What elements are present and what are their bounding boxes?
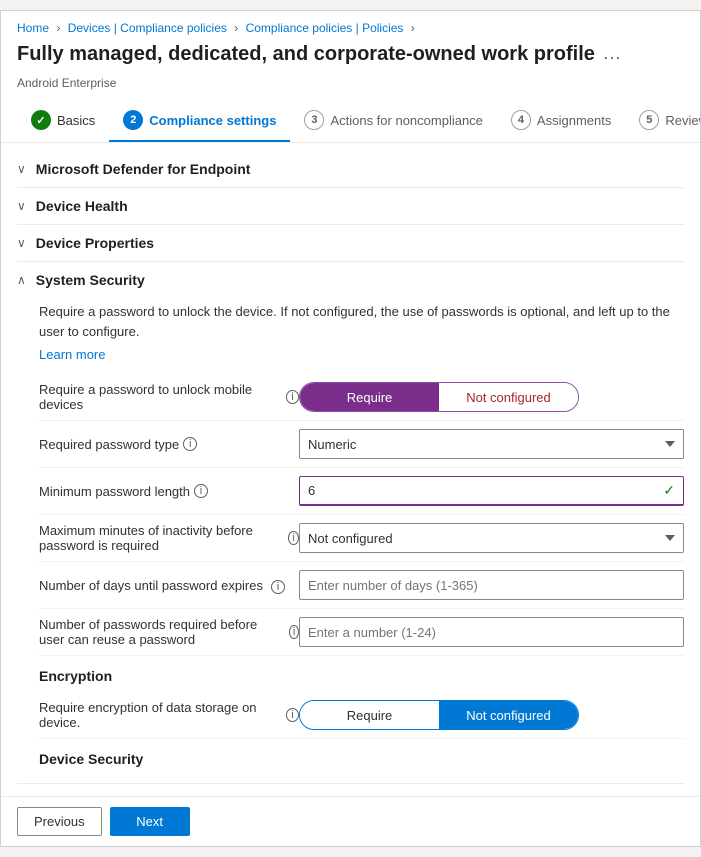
control-require-encryption: Require Not configured xyxy=(299,700,684,730)
section-system-security: ∧ System Security Require a password to … xyxy=(17,262,684,784)
info-icon-max-inactivity[interactable]: i xyxy=(288,531,299,545)
input-min-password-value: 6 xyxy=(308,483,315,498)
info-icon-password-expires[interactable]: i xyxy=(271,580,285,594)
control-password-type[interactable]: Numeric Alphabetic Alphanumeric Not conf… xyxy=(299,429,684,459)
label-password-expires: Number of days until password expires i xyxy=(39,576,299,594)
tab-basics[interactable]: ✓ Basics xyxy=(17,100,109,142)
control-require-password: Require Not configured xyxy=(299,382,684,412)
breadcrumb: Home › Devices | Compliance policies › C… xyxy=(1,11,700,39)
section-device-properties[interactable]: ∨ Device Properties xyxy=(17,225,684,262)
form-row-password-type: Required password type i Numeric Alphabe… xyxy=(39,421,684,468)
toggle-encryption-not-configured-option[interactable]: Not configured xyxy=(439,701,578,729)
section-title-defender: Microsoft Defender for Endpoint xyxy=(36,161,251,177)
info-icon-require-password[interactable]: i xyxy=(286,390,299,404)
form-row-min-password-length: Minimum password length i 6 ✓ xyxy=(39,468,684,515)
chevron-icon-device-health: ∨ xyxy=(17,199,26,213)
label-require-password: Require a password to unlock mobile devi… xyxy=(39,382,299,412)
form-row-password-reuse: Number of passwords required before user… xyxy=(39,609,684,656)
tab-actions[interactable]: 3 Actions for noncompliance xyxy=(290,100,496,142)
tab-badge-assignments: 4 xyxy=(511,110,531,130)
tab-badge-basics: ✓ xyxy=(31,110,51,130)
section-system-security-body: Require a password to unlock the device.… xyxy=(17,298,684,783)
tab-compliance-settings[interactable]: 2 Compliance settings xyxy=(109,100,290,142)
input-password-reuse[interactable] xyxy=(299,617,684,647)
form-row-require-encryption: Require encryption of data storage on de… xyxy=(39,692,684,739)
control-password-expires[interactable] xyxy=(299,570,684,600)
control-max-inactivity[interactable]: Not configured 1 Minute 5 Minutes 15 Min… xyxy=(299,523,684,553)
tab-label-review: Review + create xyxy=(665,113,700,128)
subsection-title-encryption: Encryption xyxy=(39,656,684,692)
chevron-icon-defender: ∨ xyxy=(17,162,26,176)
section-title-system-security: System Security xyxy=(36,272,145,288)
control-min-password-length: 6 ✓ xyxy=(299,476,684,506)
toggle-encryption-require-option[interactable]: Require xyxy=(300,701,439,729)
content-area: ∨ Microsoft Defender for Endpoint ∨ Devi… xyxy=(1,143,700,796)
previous-button[interactable]: Previous xyxy=(17,807,102,836)
toggle-not-configured-option[interactable]: Not configured xyxy=(439,383,578,411)
page-title: Fully managed, dedicated, and corporate-… xyxy=(17,43,595,66)
label-min-password-length: Minimum password length i xyxy=(39,484,299,499)
select-password-type[interactable]: Numeric Alphabetic Alphanumeric Not conf… xyxy=(299,429,684,459)
form-row-require-password: Require a password to unlock mobile devi… xyxy=(39,374,684,421)
chevron-icon-device-properties: ∨ xyxy=(17,236,26,250)
section-device-health[interactable]: ∨ Device Health xyxy=(17,188,684,225)
next-button[interactable]: Next xyxy=(110,807,190,836)
section-title-device-properties: Device Properties xyxy=(36,235,154,251)
control-password-reuse[interactable] xyxy=(299,617,684,647)
tab-label-basics: Basics xyxy=(57,113,95,128)
info-icon-min-password-length[interactable]: i xyxy=(194,484,208,498)
tab-review[interactable]: 5 Review + create xyxy=(625,100,700,142)
section-system-security-header[interactable]: ∧ System Security xyxy=(17,262,684,298)
section-title-device-health: Device Health xyxy=(36,198,128,214)
tab-badge-actions: 3 xyxy=(304,110,324,130)
page-title-area: Fully managed, dedicated, and corporate-… xyxy=(1,39,700,76)
input-password-expires[interactable] xyxy=(299,570,684,600)
select-max-inactivity[interactable]: Not configured 1 Minute 5 Minutes 15 Min… xyxy=(299,523,684,553)
breadcrumb-home[interactable]: Home xyxy=(17,21,49,35)
page-subtitle: Android Enterprise xyxy=(1,76,700,100)
system-security-description: Require a password to unlock the device.… xyxy=(39,302,684,341)
form-row-max-inactivity: Maximum minutes of inactivity before pas… xyxy=(39,515,684,562)
form-row-password-expires: Number of days until password expires i xyxy=(39,562,684,609)
toggle-require-option[interactable]: Require xyxy=(300,383,439,411)
breadcrumb-policies[interactable]: Compliance policies | Policies xyxy=(246,21,404,35)
tab-badge-compliance: 2 xyxy=(123,110,143,130)
chevron-icon-system-security: ∧ xyxy=(17,273,26,287)
tabs-bar: ✓ Basics 2 Compliance settings 3 Actions… xyxy=(1,100,700,143)
page-container: Home › Devices | Compliance policies › C… xyxy=(0,10,701,847)
input-min-password-length-active: 6 ✓ xyxy=(299,476,684,506)
tab-label-assignments: Assignments xyxy=(537,113,611,128)
label-password-reuse: Number of passwords required before user… xyxy=(39,617,299,647)
info-icon-require-encryption[interactable]: i xyxy=(286,708,299,722)
tab-label-compliance: Compliance settings xyxy=(149,113,276,128)
tab-label-actions: Actions for noncompliance xyxy=(330,113,482,128)
toggle-require-encryption[interactable]: Require Not configured xyxy=(299,700,579,730)
subsection-title-device-security: Device Security xyxy=(39,739,684,775)
toggle-require-password[interactable]: Require Not configured xyxy=(299,382,579,412)
breadcrumb-compliance-policies[interactable]: Devices | Compliance policies xyxy=(68,21,227,35)
info-icon-password-reuse[interactable]: i xyxy=(289,625,299,639)
tab-assignments[interactable]: 4 Assignments xyxy=(497,100,625,142)
info-icon-password-type[interactable]: i xyxy=(183,437,197,451)
page-title-ellipsis[interactable]: ··· xyxy=(603,47,621,68)
tab-badge-review: 5 xyxy=(639,110,659,130)
section-microsoft-defender[interactable]: ∨ Microsoft Defender for Endpoint xyxy=(17,151,684,188)
learn-more-link[interactable]: Learn more xyxy=(39,347,105,362)
footer-bar: Previous Next xyxy=(1,796,700,846)
label-password-type: Required password type i xyxy=(39,437,299,452)
label-require-encryption: Require encryption of data storage on de… xyxy=(39,700,299,730)
check-icon-min-password: ✓ xyxy=(663,482,675,499)
label-max-inactivity: Maximum minutes of inactivity before pas… xyxy=(39,523,299,553)
